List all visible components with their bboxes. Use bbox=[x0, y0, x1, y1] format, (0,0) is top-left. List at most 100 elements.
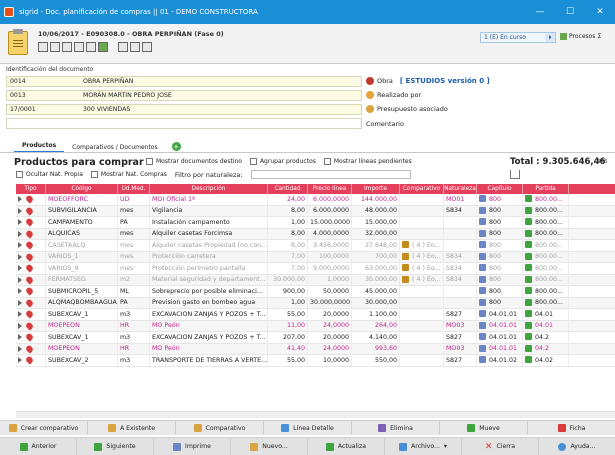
expand-icon[interactable] bbox=[18, 242, 22, 249]
cierra-button[interactable]: ✕ Cierra bbox=[462, 438, 539, 455]
col-precio[interactable]: Precio línea bbox=[308, 184, 352, 194]
table-row[interactable]: SUBVIGILANCIA mes Vigilancia 8,00 6.000,0000… bbox=[16, 205, 615, 217]
ocultar-nat-checkbox[interactable]: Ocultar Nat. Propia bbox=[16, 171, 83, 178]
expand-icon[interactable] bbox=[18, 357, 22, 364]
linea-detalle-button[interactable]: Línea Detalle bbox=[264, 421, 352, 435]
agrupar-checkbox[interactable]: Agrupar productos bbox=[249, 158, 316, 165]
a-existente-button[interactable]: A Existente bbox=[88, 421, 176, 435]
col-comparativo[interactable]: Comparativo bbox=[400, 184, 444, 194]
lineas-pendientes-checkbox[interactable]: Mostrar líneas pendientes bbox=[323, 158, 412, 165]
expand-icon[interactable] bbox=[18, 207, 22, 214]
grid-icon[interactable] bbox=[50, 42, 60, 52]
horizontal-scrollbar[interactable] bbox=[16, 411, 615, 418]
table-row[interactable]: CAMPAMENTO PA Instalación campamento 1,00 15… bbox=[16, 216, 615, 229]
export-icon[interactable] bbox=[142, 42, 152, 52]
compras-checkbox[interactable]: Mostrar Nat. Compras bbox=[90, 171, 167, 178]
anterior-button[interactable]: Anterior bbox=[0, 438, 77, 455]
table-row[interactable]: CASETAALQ mes Alquiler casetas Propiedad (… bbox=[16, 239, 615, 252]
table-row[interactable]: SUBMICROPIL_5 ML Sobreprecio por posible e… bbox=[16, 285, 615, 298]
actualiza-button[interactable]: Actualiza bbox=[308, 438, 385, 455]
comparativo-button[interactable]: Comparativo bbox=[176, 421, 264, 435]
col-udmed[interactable]: Ud.Med. bbox=[118, 184, 150, 194]
maximize-button[interactable]: ☐ bbox=[555, 0, 585, 24]
report-icon[interactable] bbox=[86, 42, 96, 52]
col-codigo[interactable]: Código bbox=[46, 184, 118, 194]
ayuda-button[interactable]: Ayuda... bbox=[539, 438, 615, 455]
table-row[interactable]: ALQMAQBOMBAAGUA PA Prevision gasto en bomb… bbox=[16, 297, 615, 309]
col-tipo[interactable]: Tipo bbox=[16, 184, 46, 194]
table-icon[interactable] bbox=[74, 42, 84, 52]
table-row[interactable]: VARIOS_9 mes Protección perímetro pantalla… bbox=[16, 262, 615, 275]
table-row[interactable]: FERMATSEG m2 Material seguridad y departam… bbox=[16, 274, 615, 286]
tipo-cell[interactable] bbox=[16, 343, 46, 355]
table-row[interactable]: MOEPEON HR MO Peón 11,00 24,0000 264,00 MO03 04… bbox=[16, 320, 615, 332]
minimize-button[interactable]: — bbox=[525, 0, 555, 24]
expand-icon[interactable] bbox=[18, 265, 22, 272]
expand-icon[interactable] bbox=[18, 299, 22, 306]
mueve-button[interactable]: Mueve bbox=[440, 421, 528, 435]
table-row[interactable]: SUBEXCAV_2 m3 TRANSPORTE DE TIERRAS A VERT… bbox=[16, 354, 615, 367]
siguiente-button[interactable]: Siguiente bbox=[77, 438, 154, 455]
tipo-cell[interactable] bbox=[16, 297, 46, 309]
expand-icon[interactable] bbox=[18, 219, 22, 226]
tipo-cell[interactable] bbox=[16, 239, 46, 251]
tipo-cell[interactable] bbox=[16, 228, 46, 240]
chart-icon[interactable] bbox=[98, 42, 108, 52]
expand-icon[interactable] bbox=[18, 311, 22, 318]
col-capitulo[interactable]: Capítulo bbox=[477, 184, 523, 194]
table-row[interactable]: SUBEXCAV_1 m3 EXCAVACION ZANJAS Y POZOS + … bbox=[16, 308, 615, 321]
obra-field[interactable]: 0014 OBRA PERPIÑAN bbox=[6, 76, 362, 87]
tipo-cell[interactable] bbox=[16, 331, 46, 343]
comentario-field[interactable] bbox=[6, 118, 362, 129]
tipo-cell[interactable] bbox=[16, 193, 46, 205]
close-window-button[interactable]: ✕ bbox=[585, 0, 615, 24]
expand-icon[interactable] bbox=[18, 288, 22, 295]
presupuesto-field[interactable]: 17/0001 300 VIVIENDAS bbox=[6, 104, 362, 115]
table-row[interactable]: MOEOFFORC UD MOI Oficial 1ª 24,00 6.000,0000… bbox=[16, 193, 615, 206]
table-row[interactable]: MOEPEON HR MO Peón 41,40 24,0000 993,60 MO03 04… bbox=[16, 343, 615, 355]
procesos-button[interactable]: Procesos Σ bbox=[560, 33, 601, 40]
tipo-cell[interactable] bbox=[16, 262, 46, 274]
tipo-cell[interactable] bbox=[16, 205, 46, 217]
tipo-cell[interactable] bbox=[16, 308, 46, 320]
nuevo-button[interactable]: Nuevo... bbox=[231, 438, 308, 455]
tipo-cell[interactable] bbox=[16, 285, 46, 297]
add-tab-icon[interactable]: + bbox=[171, 142, 181, 151]
col-partida[interactable]: Partida bbox=[523, 184, 569, 194]
col-cantidad[interactable]: Cantidad bbox=[268, 184, 308, 194]
crear-comparativo-button[interactable]: Crear comparativo bbox=[0, 421, 88, 435]
filtro-input[interactable] bbox=[250, 170, 411, 179]
tipo-cell[interactable] bbox=[16, 251, 46, 263]
list-icon[interactable] bbox=[38, 42, 48, 52]
tipo-cell[interactable] bbox=[16, 216, 46, 228]
table-row[interactable]: VARIOS_1 mes Protección carretera 7,00 100,0… bbox=[16, 251, 615, 263]
col-importe[interactable]: Importe bbox=[352, 184, 400, 194]
status-arrow-icon[interactable]: ⏵ bbox=[545, 33, 555, 42]
status-select[interactable]: 1 (E) En curso ⏵ bbox=[480, 32, 556, 43]
elimina-button[interactable]: Elimina bbox=[352, 421, 440, 435]
expand-icon[interactable] bbox=[18, 276, 22, 283]
expand-icon[interactable] bbox=[18, 196, 22, 203]
expand-icon[interactable] bbox=[18, 230, 22, 237]
table-row[interactable]: SUBEXCAV_1 m3 EXCAVACION ZANJAS Y POZOS + … bbox=[16, 331, 615, 344]
expand-icon[interactable] bbox=[18, 322, 22, 329]
expand-icon[interactable] bbox=[18, 345, 22, 352]
archivo-button[interactable]: Archivo... ▾ bbox=[385, 438, 462, 455]
col-descripcion[interactable]: Descripción bbox=[150, 184, 268, 194]
imprime-button[interactable]: Imprime bbox=[154, 438, 231, 455]
mostrar-docs-checkbox[interactable]: Mostrar documentos destino bbox=[146, 158, 242, 165]
tipo-cell[interactable] bbox=[16, 354, 46, 366]
table-row[interactable]: ALQUICAS mes Alquiler casetas Forcimsa 8,00… bbox=[16, 228, 615, 240]
expand-icon[interactable] bbox=[18, 253, 22, 260]
print-icon[interactable] bbox=[130, 42, 140, 52]
tipo-cell[interactable] bbox=[16, 320, 46, 332]
ficha-button[interactable]: Ficha bbox=[528, 421, 615, 435]
tree-icon[interactable] bbox=[510, 170, 520, 179]
calendar-icon[interactable] bbox=[62, 42, 72, 52]
col-naturaleza[interactable]: Naturaleza bbox=[444, 184, 477, 194]
realizado-field[interactable]: 0013 MORÁN MARTIN PEDRO JOSE bbox=[6, 90, 362, 101]
sigma-icon[interactable]: Σ bbox=[597, 33, 601, 40]
tipo-cell[interactable] bbox=[16, 274, 46, 286]
expand-icon[interactable] bbox=[18, 334, 22, 341]
text-icon[interactable] bbox=[118, 42, 128, 52]
